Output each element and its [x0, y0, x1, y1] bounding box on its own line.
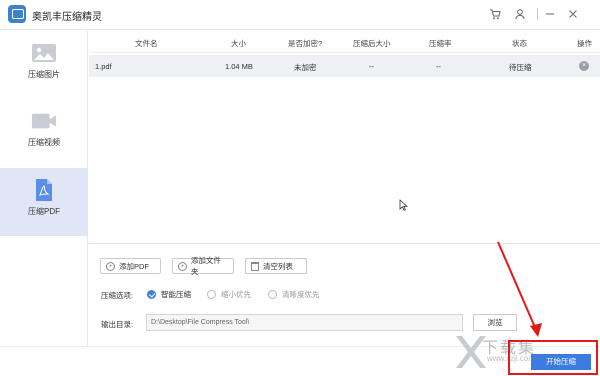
image-icon	[31, 43, 57, 63]
browse-button[interactable]: 浏览	[473, 314, 517, 331]
plus-circle-icon: +	[106, 261, 115, 271]
column-header-ratio: 压缩率	[429, 39, 452, 48]
radio-unchecked-icon	[207, 290, 216, 299]
cell-size: 1.04 MB	[225, 62, 253, 71]
remove-row-icon[interactable]: ×	[579, 61, 589, 71]
sidebar-item-label: 压缩视频	[28, 138, 60, 147]
add-pdf-button[interactable]: + 添加PDF	[100, 258, 161, 274]
clear-list-button[interactable]: 清空列表	[245, 258, 307, 274]
cell-encrypted: 未加密	[294, 63, 317, 72]
cell-ratio: --	[436, 62, 441, 71]
column-header-encrypted: 是否加密?	[288, 39, 323, 48]
cell-status: 待压缩	[509, 63, 532, 72]
compress-options-label: 压缩选项:	[101, 291, 134, 300]
sidebar-item-compress-pdf[interactable]: 压缩PDF	[0, 168, 88, 236]
sidebar-item-label: 压缩图片	[28, 70, 60, 79]
close-icon[interactable]	[566, 7, 580, 21]
radio-size-priority[interactable]: 缩小优先	[207, 289, 251, 300]
column-header-action: 操作	[577, 39, 592, 48]
sidebar: 压缩图片 压缩视频 压缩PDF	[0, 31, 88, 346]
titlebar-separator	[537, 8, 538, 20]
cell-compressed-size: --	[369, 62, 374, 71]
plus-circle-icon: +	[178, 261, 187, 271]
video-icon	[31, 111, 57, 131]
start-compress-button[interactable]: 开始压缩	[531, 354, 591, 370]
mouse-cursor-icon	[399, 199, 408, 214]
column-header-compressed-size: 压缩后大小	[353, 39, 391, 48]
sidebar-item-compress-image[interactable]: 压缩图片	[0, 31, 88, 99]
cart-icon[interactable]	[488, 7, 502, 21]
radio-unchecked-icon	[268, 290, 277, 299]
title-bar: 奥凯丰压缩精灵	[0, 0, 600, 30]
table-row[interactable]: 1.pdf 1.04 MB 未加密 -- -- 待压缩 ×	[89, 55, 600, 77]
radio-checked-icon	[147, 290, 156, 299]
user-icon[interactable]	[513, 7, 527, 21]
list-divider	[89, 243, 600, 244]
sidebar-item-label: 压缩PDF	[28, 207, 60, 216]
radio-clarity-priority[interactable]: 清晰度优先	[268, 289, 320, 300]
app-title: 奥凯丰压缩精灵	[32, 12, 102, 23]
file-table-header: 文件名 大小 是否加密? 压缩后大小 压缩率 状态 操作	[89, 31, 600, 53]
sidebar-item-compress-video[interactable]: 压缩视频	[0, 99, 88, 167]
watermark-subtext: www.xzji.com	[487, 354, 536, 363]
pdf-icon	[31, 179, 57, 201]
output-dir-label: 输出目录:	[101, 320, 134, 329]
column-header-filename: 文件名	[135, 39, 158, 48]
output-dir-field[interactable]: D:\Desktop\File Compress Tool\	[146, 314, 463, 331]
column-header-status: 状态	[512, 39, 527, 48]
column-header-size: 大小	[231, 39, 246, 48]
cell-filename: 1.pdf	[95, 62, 112, 71]
add-folder-button[interactable]: + 添加文件夹	[172, 256, 234, 276]
trash-icon	[251, 261, 259, 271]
app-logo-icon	[8, 5, 26, 23]
minimize-icon[interactable]	[543, 7, 557, 21]
radio-smart-compress[interactable]: 智能压缩	[147, 289, 191, 300]
